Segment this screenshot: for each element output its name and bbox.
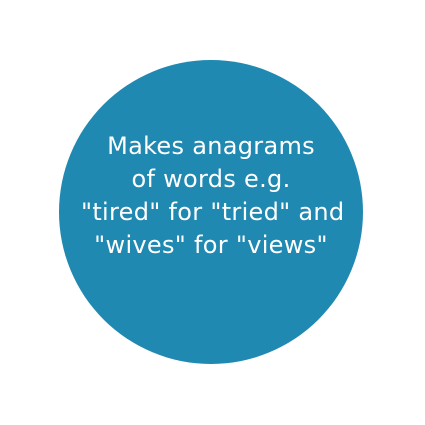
caption-text: Makes anagrams of words e.g. "tired" for… xyxy=(81,130,345,262)
canvas: Makes anagrams of words e.g. "tired" for… xyxy=(0,0,425,425)
caption-line-3: "tired" for "tried" and xyxy=(81,198,345,226)
circle-badge: Makes anagrams of words e.g. "tired" for… xyxy=(59,60,363,364)
caption-line-2: of words e.g. xyxy=(131,165,291,193)
caption-line-1: Makes anagrams xyxy=(107,132,315,160)
caption-line-4: "wives" for "views" xyxy=(94,231,328,259)
